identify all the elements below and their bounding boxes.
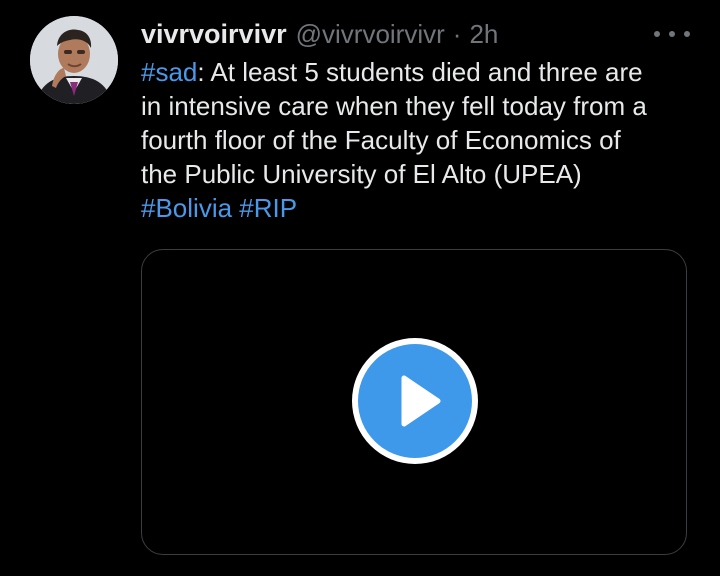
more-horizontal-icon[interactable] xyxy=(654,24,690,44)
hashtag-link[interactable]: #RIP xyxy=(239,193,297,223)
play-button[interactable] xyxy=(352,338,478,464)
tweet-text-line: #sad: At least 5 students died and three… xyxy=(141,55,701,89)
more-dot xyxy=(654,31,660,37)
hashtag-link[interactable]: #sad xyxy=(141,57,197,87)
more-dot xyxy=(669,31,675,37)
timestamp[interactable]: 2h xyxy=(469,19,498,50)
user-handle[interactable]: @vivrvoirvivr xyxy=(296,19,445,50)
tweet-text-segment: : At least 5 students died and three are xyxy=(197,57,643,87)
tweet-text-line: #Bolivia #RIP xyxy=(141,191,701,225)
play-icon xyxy=(358,344,472,458)
separator-dot: · xyxy=(452,18,462,49)
display-name[interactable]: vivrvoirvivr xyxy=(141,19,287,50)
tweet-text-line: in intensive care when they fell today f… xyxy=(141,91,647,121)
avatar[interactable] xyxy=(30,16,118,104)
tweet-header: vivrvoirvivr @vivrvoirvivr · 2h xyxy=(141,16,498,52)
tweet[interactable]: vivrvoirvivr @vivrvoirvivr · 2h #sad: At… xyxy=(0,0,720,576)
more-dot xyxy=(684,31,690,37)
tweet-text-line: fourth floor of the Faculty of Economics… xyxy=(141,125,621,155)
video-player[interactable] xyxy=(141,249,687,555)
tweet-text: #sad: At least 5 students died and three… xyxy=(141,55,701,225)
tweet-text-line: the Public University of El Alto (UPEA) xyxy=(141,159,582,189)
hashtag-link[interactable]: #Bolivia xyxy=(141,193,232,223)
avatar-image xyxy=(30,16,118,104)
